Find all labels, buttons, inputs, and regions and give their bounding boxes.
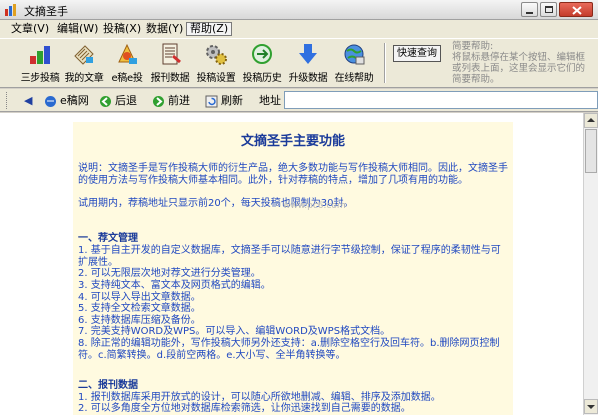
- scroll-thumb[interactable]: [585, 129, 597, 173]
- maximize-button[interactable]: [540, 2, 557, 17]
- nav-refresh-label: 刷新: [221, 94, 243, 107]
- nav-back-button[interactable]: 后退: [99, 93, 137, 108]
- title-bar: 文摘圣手: [0, 0, 598, 20]
- close-icon: [572, 6, 582, 15]
- list-item: 3. 支持纯文本、富文本及网页格式的编辑。: [78, 280, 271, 291]
- e-submit-icon: [118, 43, 137, 64]
- menu-help[interactable]: 帮助(Z): [186, 22, 233, 36]
- submit-settings-button[interactable]: 投稿设置: [194, 41, 238, 85]
- online-help-button[interactable]: 在线帮助: [332, 41, 376, 85]
- intro-paragraph: 说明：文摘圣手是写作投稿大师的衍生产品，绝大多数功能与写作投稿大师相同。因此，文…: [78, 163, 508, 186]
- submit-history-button[interactable]: 投稿历史: [240, 41, 284, 85]
- nav-forward-button[interactable]: 前进: [152, 93, 190, 108]
- scroll-down-icon: [587, 405, 595, 409]
- newspaper-data-button[interactable]: 报刊数据: [148, 41, 192, 85]
- upgrade-data-button[interactable]: 升级数据: [286, 41, 330, 85]
- menu-data[interactable]: 数据(Y): [143, 22, 186, 36]
- list-item: 2. 可以无限层次地对荐文进行分类管理。: [78, 268, 261, 279]
- browser-nav-bar: ◀ e稿网 后退 前进 刷新 地址: [0, 89, 598, 112]
- content-pane: 文摘圣手主要功能 说明：文摘圣手是写作投稿大师的衍生产品，绝大多数功能与写作投稿…: [0, 113, 583, 415]
- close-button[interactable]: [559, 2, 593, 17]
- globe-help-icon: [344, 44, 365, 65]
- nav-back-label: 后退: [115, 94, 137, 107]
- menu-submit[interactable]: 投稿(X): [100, 22, 144, 36]
- nav-refresh-button[interactable]: 刷新: [205, 93, 243, 108]
- e-submit-button[interactable]: e稿e投: [108, 41, 146, 85]
- list-item: 1. 基于自主开发的自定义数据库，文摘圣手可以随意进行字节级控制，保证了程序的柔…: [78, 245, 501, 268]
- nav-forward-label: 前进: [168, 94, 190, 107]
- settings-gear-icon: [206, 45, 227, 65]
- app-icon: [5, 4, 16, 16]
- tool-label: 我的文章: [64, 73, 104, 84]
- list-item: 1. 报刊数据库采用开放式的设计，可以随心所欲地删减、编辑、排序及添加数据。: [78, 392, 441, 403]
- toolbar: 三步投稿 我的文章 e稿e投 报刊数据 投稿设置 投稿历史 升级数据 在线帮助 …: [0, 38, 598, 88]
- newspaper-data-icon: [162, 43, 181, 65]
- minimize-button[interactable]: [521, 2, 538, 17]
- minimize-icon: [526, 12, 533, 14]
- section-heading: 二、报刊数据: [78, 380, 138, 391]
- list-item: 5. 支持全文检索文章数据。: [78, 303, 201, 314]
- tool-label: 投稿设置: [196, 73, 236, 84]
- tool-label: 在线帮助: [334, 73, 374, 84]
- section-heading: 一、荐文管理: [78, 233, 138, 244]
- back-icon: [100, 95, 111, 107]
- window-title: 文摘圣手: [24, 5, 68, 18]
- scroll-up-button[interactable]: [584, 113, 598, 128]
- list-item: 2. 可以多角度全方位地对数据库检索筛选，让你迅速找到自己需要的数据。: [78, 403, 411, 414]
- document-title: 文摘圣手主要功能: [240, 134, 345, 149]
- menu-bar: 文章(V) 编辑(W) 投稿(X) 数据(Y) 帮助(Z): [0, 20, 598, 38]
- quick-query-button[interactable]: 快速查询: [393, 45, 441, 62]
- tool-label: 报刊数据: [150, 73, 190, 84]
- tool-label: 升级数据: [288, 73, 328, 84]
- address-label: 地址: [259, 94, 281, 107]
- list-item: 8. 除正常的编辑功能外，写作投稿大师另外还支持：a.删除空格空行及回车符。b.…: [78, 338, 500, 361]
- scroll-up-icon: [587, 118, 595, 122]
- site-icon: [45, 95, 56, 107]
- forward-icon: [153, 95, 164, 107]
- menu-article[interactable]: 文章(V): [8, 22, 52, 36]
- nav-site-link[interactable]: e稿网: [44, 93, 89, 108]
- nav-back-arrow[interactable]: ◀: [24, 93, 32, 108]
- tool-label: e稿e投: [111, 73, 143, 84]
- vertical-scrollbar[interactable]: [583, 113, 598, 415]
- watermark-text: www.pc6.com: [283, 201, 346, 211]
- maximize-icon: [545, 6, 553, 13]
- scroll-down-button[interactable]: [584, 399, 598, 414]
- steps-icon: [30, 46, 50, 64]
- upgrade-arrow-icon: [299, 44, 317, 64]
- article-icon: [74, 45, 94, 65]
- address-input[interactable]: [284, 91, 598, 109]
- tool-label: 投稿历史: [242, 73, 282, 84]
- tool-label: 三步投稿: [20, 73, 60, 84]
- list-item: 4. 可以导入导出文章数据。: [78, 292, 201, 303]
- brief-help-text: 简要帮助: 将鼠标悬停在某个按钮、编辑框或列表上面，这里会显示它们的简要帮助。: [452, 41, 586, 85]
- three-step-submit-button[interactable]: 三步投稿: [18, 41, 62, 85]
- toolbar-grip: [6, 92, 9, 109]
- my-articles-button[interactable]: 我的文章: [62, 41, 106, 85]
- history-icon: [252, 44, 272, 64]
- list-item: 6. 支持数据库压缩及备份。: [78, 315, 201, 326]
- document-body: 文摘圣手主要功能 说明：文摘圣手是写作投稿大师的衍生产品，绝大多数功能与写作投稿…: [73, 122, 513, 415]
- toolbar-separator: [384, 43, 386, 83]
- list-item: 7. 完美支持WORD及WPS。可以导入、编辑WORD及WPS格式文档。: [78, 326, 391, 337]
- menu-edit[interactable]: 编辑(W): [54, 22, 101, 36]
- refresh-icon: [205, 95, 218, 107]
- nav-site-label: e稿网: [60, 94, 89, 107]
